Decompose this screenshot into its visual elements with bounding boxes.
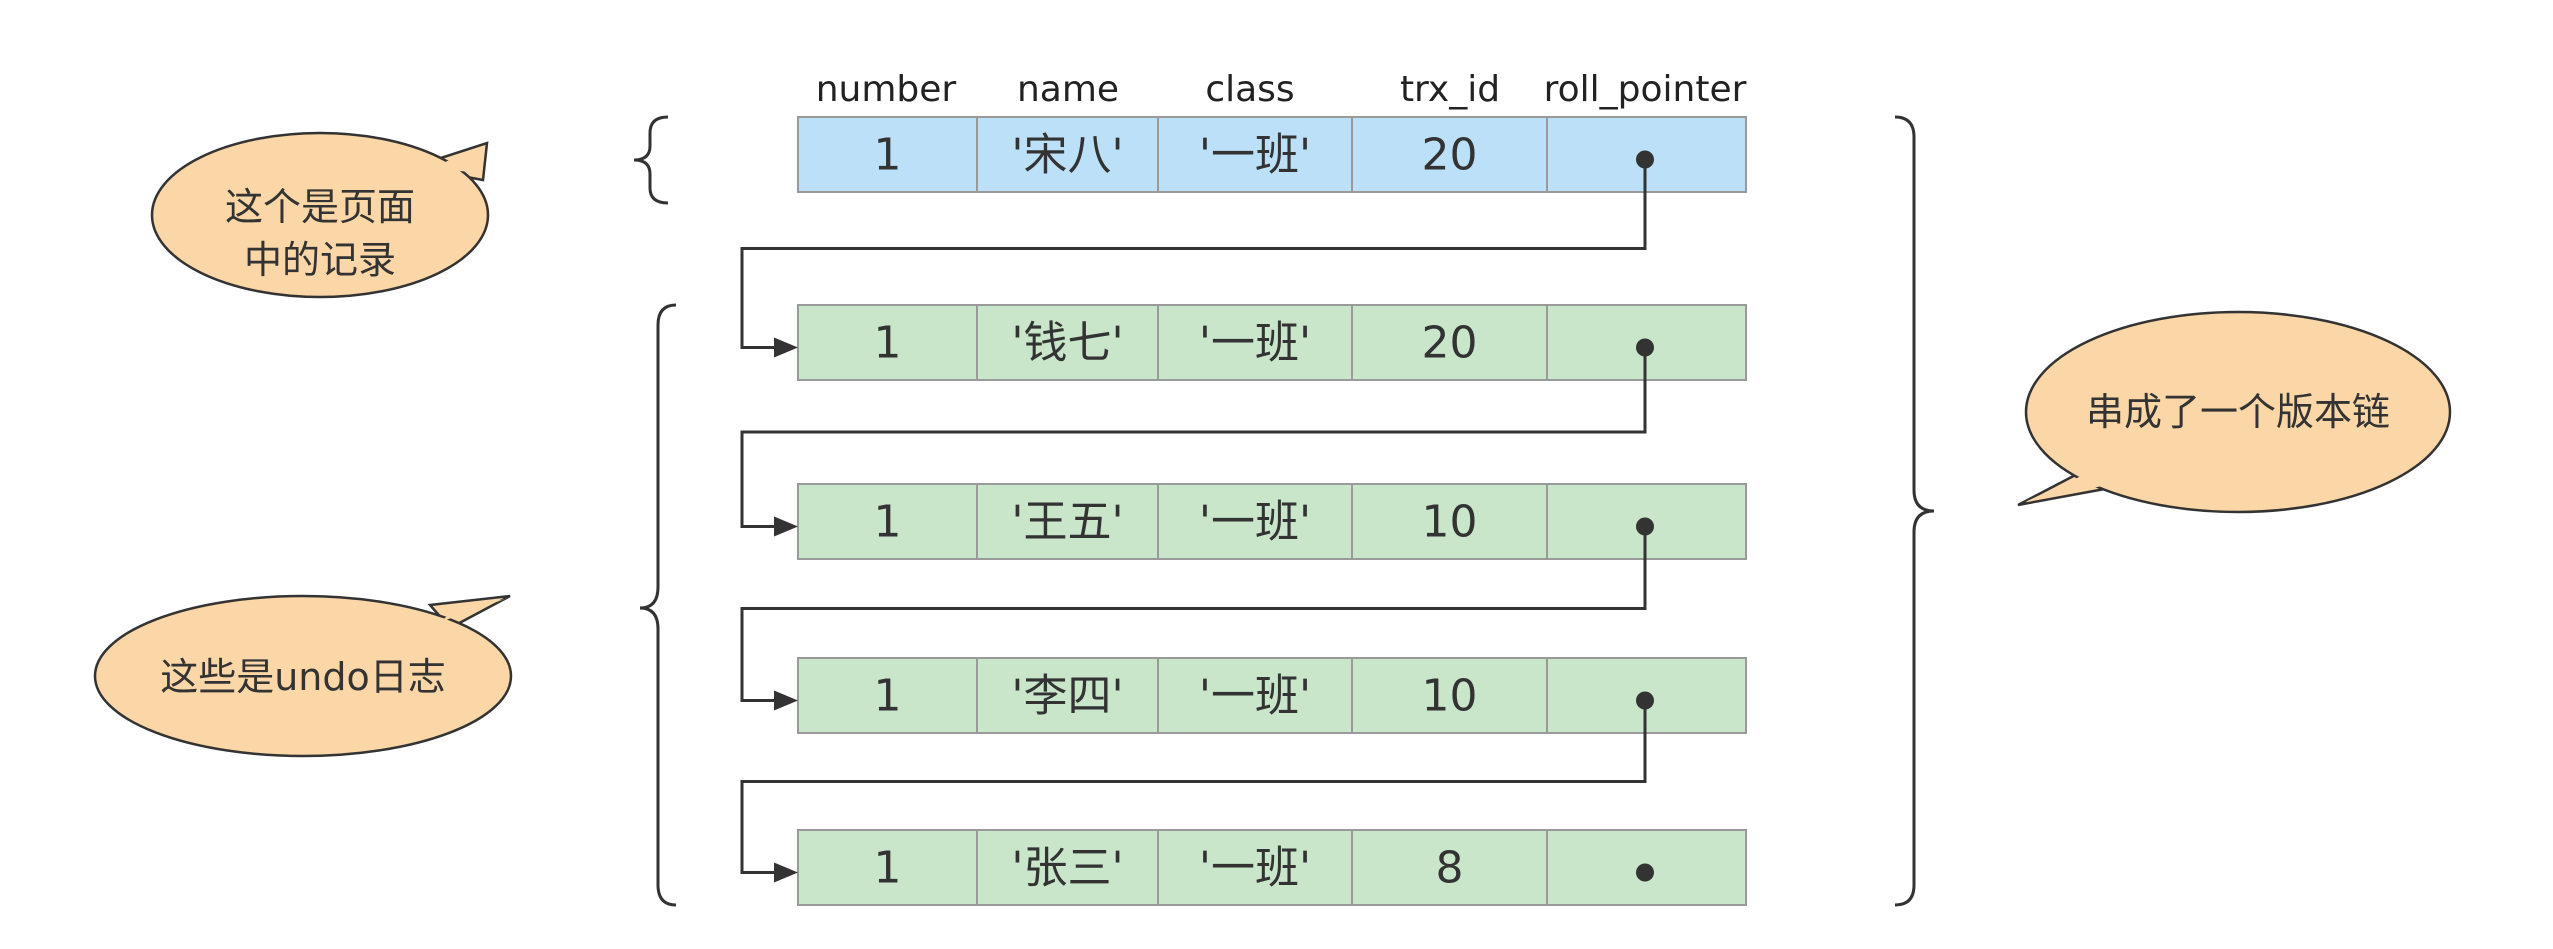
roll-pointer-arrowhead — [774, 516, 798, 537]
cell-number-value: 1 — [874, 843, 902, 894]
cell-number-value: 1 — [874, 318, 902, 369]
version-chain-callout: 串成了一个版本链 — [2017, 310, 2452, 514]
undo-log-row: 1 '张三' '一班' 8 — [797, 829, 1747, 906]
records: 1 '宋八' '一班' 20 1 '钱七' '一班' 20 1 '王五' '一班' 10 1 '李四' '一… — [797, 116, 1747, 906]
header-trx-id: trx_id — [1400, 69, 1500, 110]
cell-class-value: '一班' — [1199, 318, 1311, 369]
undo-log-bubble-text: 这些是undo日志 — [160, 655, 446, 699]
cell-trx-id-value: 10 — [1422, 497, 1478, 548]
cell-name-value: '宋八' — [1011, 130, 1123, 181]
cell-name-value: '王五' — [1011, 497, 1123, 548]
cell-name-value: '李四' — [1011, 671, 1123, 722]
header-class: class — [1205, 69, 1294, 110]
cell-name-value: '张三' — [1011, 843, 1123, 894]
cell-number-value: 1 — [874, 671, 902, 722]
page-record-callout: 这个是页面 中的记录 — [150, 131, 490, 299]
cell-trx-id-value: 10 — [1422, 671, 1478, 722]
undo-log-callout: 这些是undo日志 — [93, 594, 513, 758]
cell-class-value: '一班' — [1199, 497, 1311, 548]
column-headers: number name class trx_id roll_pointer — [816, 69, 1747, 110]
cell-number-value: 1 — [874, 497, 902, 548]
version-chain-brace — [1894, 115, 1935, 907]
version-chain-bubble-text: 串成了一个版本链 — [2086, 390, 2390, 434]
cell-name-value: '钱七' — [1011, 318, 1123, 369]
cell-class-value: '一班' — [1199, 671, 1311, 722]
header-number: number — [816, 69, 957, 110]
header-name: name — [1017, 69, 1119, 110]
cell-trx-id-value: 8 — [1436, 843, 1464, 894]
header-roll-pointer: roll_pointer — [1544, 69, 1747, 110]
page-record-bubble-line1: 这个是页面 — [225, 185, 415, 229]
cell-class-value: '一班' — [1199, 843, 1311, 894]
roll-pointer-dot — [1636, 863, 1654, 882]
cell-class-value: '一班' — [1199, 130, 1311, 181]
undo-log-brace — [639, 303, 677, 907]
undo-log-row: 1 '钱七' '一班' 20 — [797, 304, 1747, 381]
cell-number-value: 1 — [874, 130, 902, 181]
page-record-brace — [633, 115, 669, 205]
page-record-row: 1 '宋八' '一班' 20 — [797, 116, 1747, 193]
version-chain-diagram: number name class trx_id roll_pointer 1 '… — [93, 69, 2452, 907]
undo-log-row: 1 '李四' '一班' 10 — [797, 657, 1747, 734]
roll-pointer-arrowhead — [774, 690, 798, 711]
roll-pointer-arrowhead — [774, 862, 798, 883]
undo-log-row: 1 '王五' '一班' 10 — [797, 483, 1747, 560]
cell-trx-id-value: 20 — [1422, 130, 1478, 181]
roll-pointer-arrowhead — [774, 337, 798, 358]
page-record-bubble-line2: 中的记录 — [244, 238, 396, 282]
cell-trx-id-value: 20 — [1422, 318, 1478, 369]
